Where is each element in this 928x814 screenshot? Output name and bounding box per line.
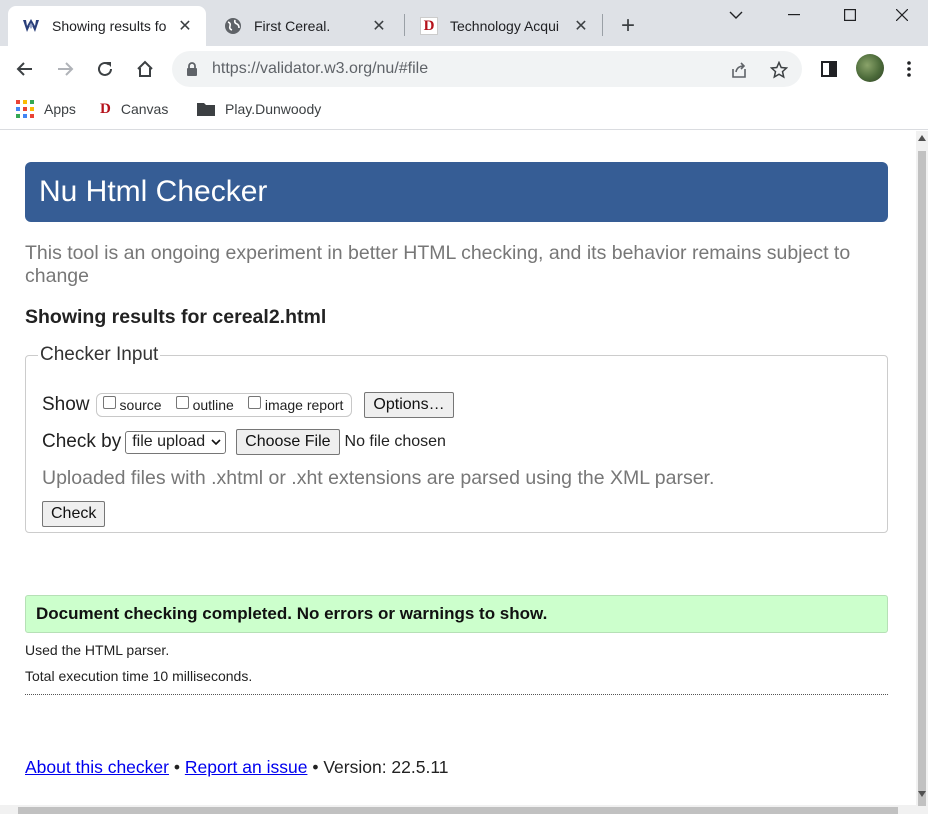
source-checkbox[interactable] (102, 395, 116, 409)
chevron-down-icon (211, 439, 221, 445)
outline-checkbox[interactable] (175, 395, 189, 409)
bookmark-apps[interactable]: Apps (16, 92, 76, 126)
check-row: Check (42, 501, 106, 527)
close-window-icon[interactable] (876, 0, 928, 30)
bookmark-play-dunwoody[interactable]: Play.Dunwoody (197, 92, 321, 126)
check-button[interactable]: Check (42, 501, 106, 527)
home-icon[interactable] (130, 54, 160, 84)
d-logo-icon: D (420, 17, 438, 35)
success-message: Document checking completed. No errors o… (25, 595, 888, 633)
version-text: Version: 22.5.11 (323, 757, 449, 777)
tab-technology-acquisition[interactable]: D Technology Acqui ✕ (406, 6, 602, 46)
about-link[interactable]: About this checker (25, 757, 169, 777)
bookmarks-bar: Apps D Canvas Play.Dunwoody (0, 92, 928, 130)
browser-toolbar: https://validator.w3.org/nu/#file (0, 46, 928, 92)
tab-title: First Cereal. (254, 18, 331, 34)
tab-validator[interactable]: Showing results fo ✕ (8, 6, 206, 46)
close-tab-icon[interactable]: ✕ (176, 17, 194, 35)
show-options-group: source outline image report (95, 393, 353, 417)
footer-separator: • (173, 757, 180, 777)
reload-icon[interactable] (90, 54, 120, 84)
show-image-report-option[interactable]: image report (247, 395, 344, 413)
horizontal-scrollbar[interactable] (0, 805, 916, 814)
scrollbar-thumb[interactable] (918, 151, 926, 806)
xml-parser-note: Uploaded files with .xhtml or .xht exten… (42, 467, 715, 489)
tab-separator (404, 14, 405, 36)
option-label: image report (264, 397, 344, 413)
choose-file-button[interactable]: Choose File (236, 429, 340, 455)
tab-title: Showing results fo (52, 18, 167, 34)
minimize-icon[interactable] (766, 0, 822, 30)
scroll-up-arrow-icon[interactable] (918, 135, 926, 141)
apps-grid-icon (16, 100, 34, 118)
check-by-row: Check by file upload Choose File No file… (42, 429, 446, 455)
footer: About this checker • Report an issue • V… (25, 757, 449, 778)
bookmark-label: Play.Dunwoody (225, 101, 322, 117)
lock-icon[interactable] (186, 62, 198, 76)
show-outline-option[interactable]: outline (175, 395, 234, 413)
file-status: No file chosen (344, 433, 446, 450)
profile-avatar[interactable] (856, 54, 884, 82)
tab-search-icon[interactable] (708, 0, 764, 30)
page-title: Nu Html Checker (25, 162, 888, 222)
scrollbar-thumb[interactable] (18, 807, 898, 814)
image-report-checkbox[interactable] (247, 395, 261, 409)
option-label: outline (192, 397, 234, 413)
scroll-down-arrow-icon[interactable] (918, 791, 926, 797)
validator-icon (22, 17, 40, 35)
page-content: Nu Html Checker This tool is an ongoing … (0, 131, 916, 814)
bookmark-label: Canvas (120, 101, 169, 117)
bookmark-label: Apps (44, 101, 76, 117)
share-icon[interactable] (728, 59, 750, 81)
report-issue-link[interactable]: Report an issue (185, 757, 308, 777)
tab-strip: Showing results fo ✕ First Cereal. ✕ D T… (0, 0, 928, 46)
bookmark-canvas[interactable]: D Canvas (100, 92, 168, 126)
option-label: source (119, 397, 162, 413)
tab-title: Technology Acqui (450, 18, 559, 34)
results-heading: Showing results for cereal2.html (25, 306, 327, 328)
show-row: Show source outline image report Options… (42, 392, 454, 418)
tab-first-cereal[interactable]: First Cereal. ✕ (210, 6, 400, 46)
address-bar[interactable]: https://validator.w3.org/nu/#file (172, 51, 802, 87)
vertical-scrollbar[interactable] (916, 131, 928, 814)
parser-info: Used the HTML parser. (25, 642, 170, 658)
back-icon[interactable] (10, 54, 40, 84)
check-by-value: file upload (132, 433, 206, 450)
check-by-select[interactable]: file upload (125, 430, 227, 454)
folder-icon (197, 101, 215, 117)
maximize-icon[interactable] (822, 0, 878, 30)
divider (25, 694, 888, 695)
bookmark-star-icon[interactable] (768, 59, 790, 81)
execution-time: Total execution time 10 milliseconds. (25, 668, 253, 684)
url-text: https://validator.w3.org/nu/#file (212, 60, 429, 77)
new-tab-button[interactable]: + (614, 12, 642, 40)
options-button[interactable]: Options… (364, 392, 454, 418)
menu-dots-icon[interactable] (894, 54, 924, 84)
check-by-label: Check by (42, 431, 122, 452)
tab-separator (602, 14, 603, 36)
footer-separator: • (312, 757, 319, 777)
globe-icon (224, 17, 242, 35)
d-logo-icon: D (100, 100, 111, 117)
side-panel-icon[interactable] (814, 54, 844, 84)
intro-text: This tool is an ongoing experiment in be… (25, 242, 851, 287)
show-source-option[interactable]: source (102, 395, 162, 413)
close-tab-icon[interactable]: ✕ (572, 17, 590, 35)
checker-input-fieldset: Checker Input Show source outline image … (25, 344, 888, 533)
checker-input-legend: Checker Input (40, 344, 159, 365)
close-tab-icon[interactable]: ✕ (370, 17, 388, 35)
show-label: Show (42, 394, 90, 415)
forward-icon[interactable] (50, 54, 80, 84)
